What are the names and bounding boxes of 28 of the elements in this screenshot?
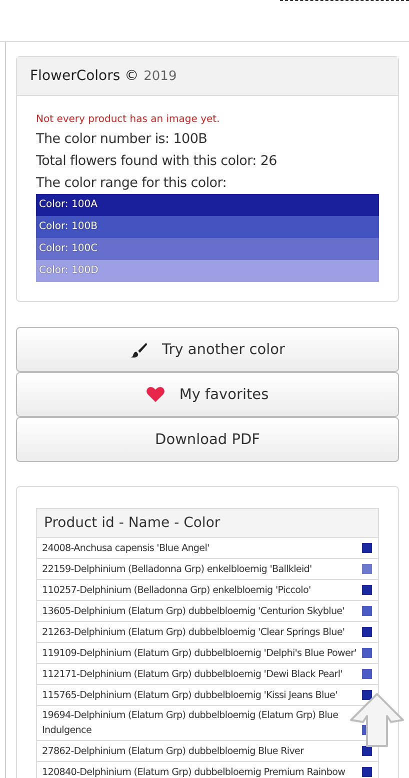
product-name: 21263-Delphinium (Elatum Grp) dubbelbloemig 'Clear Springs Blue' — [42, 626, 346, 640]
product-name: 115765-Delphinium (Elatum Grp) dubbelbloemig 'Kissi Jeans Blue' — [42, 689, 338, 703]
color-swatch: Color: 100D — [36, 260, 379, 282]
info-text: Total flowers found with this color: 26 — [36, 152, 278, 171]
year-label: 2019 — [144, 69, 177, 84]
color-swatch: Color: 100B — [36, 216, 379, 238]
paintbrush-icon — [130, 340, 148, 358]
scroll-up-arrow-icon[interactable] — [347, 690, 407, 750]
action-button[interactable]: Try another color — [16, 327, 399, 372]
product-name: 13605-Delphinium (Elatum Grp) dubbelbloemig 'Centurion Skyblue' — [42, 605, 346, 619]
product-name: 27862-Delphinium (Elatum Grp) dubbelbloemig Blue River — [42, 745, 305, 759]
notice-text: Not every product has an image yet. — [36, 114, 221, 125]
product-name: 112171-Delphinium (Elatum Grp) dubbelbloemig 'Dewi Black Pearl' — [42, 668, 344, 682]
product-name: 119109-Delphinium (Elatum Grp) dubbelbloemig 'Delphi's Blue Power' — [42, 647, 358, 661]
info-text: The color number is: 100B — [36, 130, 208, 149]
color-swatch: Color: 100C — [36, 238, 379, 260]
heart-icon — [146, 386, 166, 403]
product-name: 110257-Delphinium (Belladonna Grp) enkelbloemig 'Piccolo' — [42, 584, 312, 598]
product-name: 120840-Delphinium (Elatum Grp) dubbelbloemig Premium Rainbow — [42, 766, 346, 778]
action-button[interactable]: My favorites — [16, 372, 399, 417]
brand-title: FlowerColors © — [30, 68, 139, 84]
table-heading: Product id - Name - Color — [37, 509, 378, 538]
info-text: The color range for this color: — [36, 174, 228, 193]
action-button[interactable]: Download PDF — [16, 417, 399, 462]
product-name: 22159-Delphinium (Belladonna Grp) enkelbloemig 'Ballkleid' — [42, 563, 313, 577]
product-name: 24008-Anchusa capensis 'Blue Angel' — [42, 542, 210, 556]
color-swatch: Color: 100A — [36, 194, 379, 216]
product-name: 19694-Delphinium (Elatum Grp) dubbelbloemig (Elatum Grp) Blue Indulgence — [42, 709, 340, 738]
